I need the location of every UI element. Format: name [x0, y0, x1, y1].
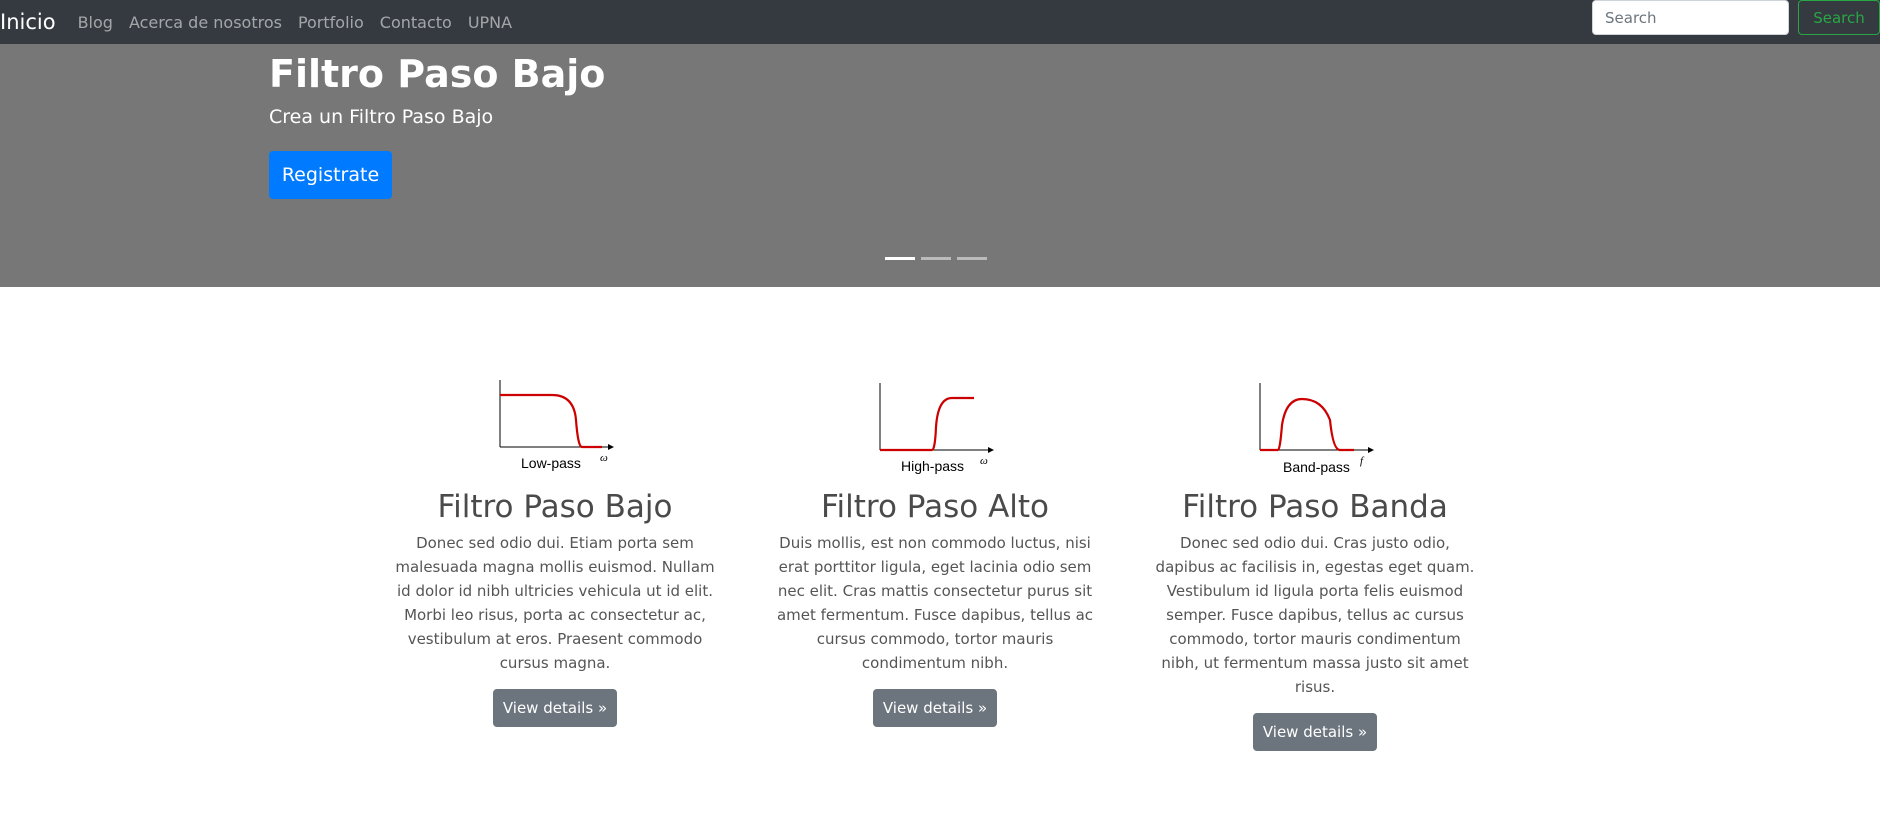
nav-link-blog[interactable]: Blog: [78, 13, 113, 32]
carousel-indicators: [885, 257, 993, 260]
nav-link-portfolio[interactable]: Portfolio: [298, 13, 364, 32]
low-pass-image-label: Low-pass: [521, 455, 581, 471]
nav-link-contact[interactable]: Contacto: [380, 13, 452, 32]
hero-subtitle: Crea un Filtro Paso Bajo: [269, 106, 494, 128]
low-pass-title: Filtro Paso Bajo: [437, 489, 673, 525]
feature-column-high-pass: High-pass ω Filtro Paso Alto Duis mollis…: [770, 375, 1100, 727]
register-button[interactable]: Registrate: [269, 151, 392, 199]
feature-column-band-pass: Band-pass f Filtro Paso Banda Donec sed …: [1150, 375, 1480, 751]
band-pass-response-image: Band-pass f: [1259, 383, 1374, 475]
band-pass-view-details-button[interactable]: View details »: [1253, 713, 1377, 751]
carousel-indicator-1[interactable]: [885, 257, 915, 260]
feature-column-low-pass: Low-pass ω Filtro Paso Bajo Donec sed od…: [390, 375, 720, 727]
band-pass-axis-symbol: f: [1360, 455, 1365, 467]
low-pass-axis-symbol: ω: [600, 452, 608, 464]
hero-title: Filtro Paso Bajo: [269, 52, 606, 96]
top-navbar: Inicio Blog Acerca de nosotros Portfolio…: [0, 0, 1880, 44]
high-pass-title: Filtro Paso Alto: [820, 489, 1050, 525]
carousel-indicator-3[interactable]: [957, 257, 987, 260]
high-pass-description: Duis mollis, est non commodo luctus, nis…: [776, 534, 1094, 672]
low-pass-view-details-button[interactable]: View details »: [493, 689, 617, 727]
nav-link-upna[interactable]: UPNA: [468, 13, 512, 32]
high-pass-response-image: High-pass ω: [879, 383, 994, 474]
high-pass-view-details-button[interactable]: View details »: [873, 689, 997, 727]
search-input[interactable]: [1592, 0, 1789, 35]
high-pass-axis-symbol: ω: [980, 455, 988, 467]
hero-carousel: Filtro Paso Bajo Crea un Filtro Paso Baj…: [0, 44, 1880, 287]
nav-link-about[interactable]: Acerca de nosotros: [129, 13, 282, 32]
low-pass-response-image: Low-pass ω: [499, 380, 614, 471]
band-pass-title: Filtro Paso Banda: [1182, 489, 1448, 525]
carousel-indicator-2[interactable]: [921, 257, 951, 260]
low-pass-description: Donec sed odio dui. Etiam porta sem male…: [395, 534, 715, 672]
band-pass-description: Donec sed odio dui. Cras justo odio, dap…: [1155, 534, 1475, 696]
navbar-brand[interactable]: Inicio: [0, 10, 56, 34]
search-button[interactable]: Search: [1798, 0, 1880, 35]
band-pass-image-label: Band-pass: [1283, 459, 1350, 475]
high-pass-image-label: High-pass: [901, 458, 964, 474]
